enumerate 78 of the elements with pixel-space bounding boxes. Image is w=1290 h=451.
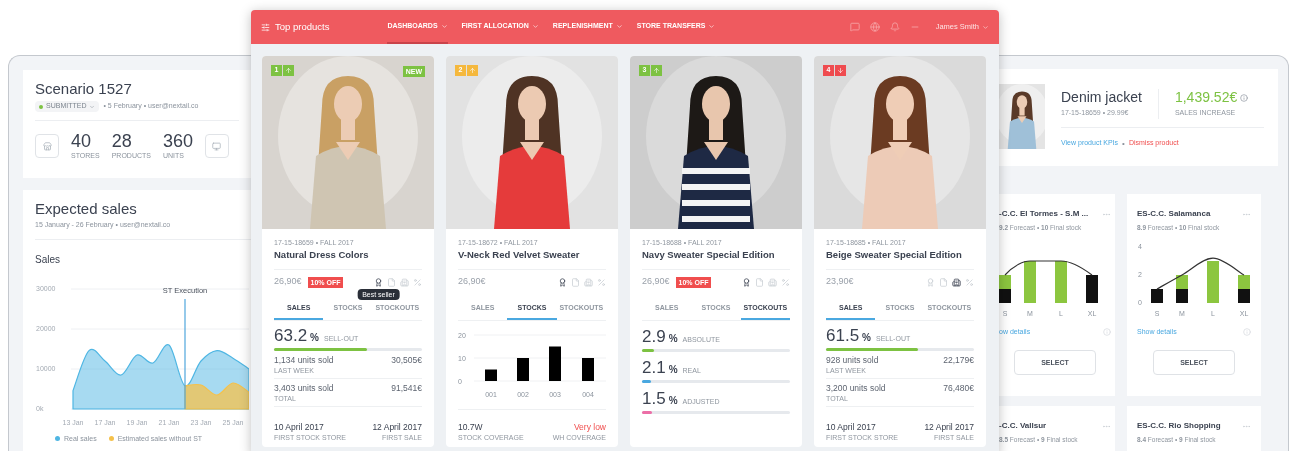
stat-value: 28 xyxy=(111,131,133,151)
filter-icon xyxy=(261,22,270,32)
store-icon xyxy=(42,141,52,151)
sales-title: Expected sales xyxy=(35,200,138,218)
units-sold: 928 units sold xyxy=(826,355,879,366)
price: 23,90€ xyxy=(826,275,854,289)
info-icon xyxy=(1103,328,1111,336)
units-sold: 3,200 units sold xyxy=(826,383,886,394)
unit-label: % xyxy=(310,331,319,345)
footer-value: 10 April 2017 xyxy=(274,422,325,433)
bar xyxy=(517,358,529,381)
chevron-icon xyxy=(615,22,623,30)
store-name: ES-C.C. Rio Shopping xyxy=(1137,420,1221,432)
monitor-button[interactable] xyxy=(205,134,229,159)
unit-label: % xyxy=(668,332,678,346)
footer-value: 10 April 2017 xyxy=(826,422,877,433)
product-name: V-Neck Red Velvet Sweater xyxy=(458,248,581,262)
sell-out-value: 63.2 xyxy=(274,326,308,346)
chevron-icon xyxy=(89,103,96,110)
sell-out-value: 61.5 xyxy=(826,326,860,346)
bar xyxy=(485,369,497,381)
building-icon[interactable] xyxy=(952,277,961,287)
bar xyxy=(1176,274,1188,289)
revenue-value: 22,179€ xyxy=(943,355,974,367)
price: 26,90€ xyxy=(642,275,670,289)
bar xyxy=(549,346,561,381)
bar xyxy=(1238,274,1250,289)
price: 26,90€ xyxy=(458,275,486,289)
percent-icon[interactable] xyxy=(781,277,790,287)
separator: • xyxy=(1122,137,1125,150)
scenario-title: Scenario 1527 xyxy=(35,80,133,98)
percent-icon[interactable] xyxy=(413,277,422,287)
stat-value: 40 xyxy=(71,131,93,151)
revenue-value: 30,505€ xyxy=(391,355,422,367)
stockout-value: 1.5 xyxy=(642,389,666,409)
product-name: Navy Sweater Special Edition xyxy=(642,248,776,262)
store-name: -C.C. Vallsur xyxy=(999,420,1047,432)
price: 26,90€ xyxy=(274,275,302,289)
footer-value: 12 April 2017 xyxy=(372,422,422,433)
footer-value: Very low xyxy=(573,422,606,433)
footer-value: 10.7W xyxy=(458,422,484,433)
chevron-icon xyxy=(440,22,448,30)
stat-value: 360 xyxy=(162,131,193,151)
product-name: Natural Dress Colors xyxy=(274,248,370,262)
chat-icon[interactable] xyxy=(849,22,860,32)
chevron-icon xyxy=(982,23,989,31)
sales-amount: 1,439.52€ xyxy=(1174,89,1238,106)
revenue-value: 91,541€ xyxy=(391,383,422,395)
store-button[interactable] xyxy=(35,134,59,159)
unit-label: % xyxy=(668,394,678,408)
store-name: ES-C.C. Salamanca xyxy=(1137,208,1211,220)
footer-value: 12 April 2017 xyxy=(924,422,974,433)
stockout-value: 2.1 xyxy=(642,358,666,378)
stockout-value: 2.9 xyxy=(642,327,666,347)
monitor-icon xyxy=(212,141,222,151)
unit-label: % xyxy=(668,363,678,377)
medal-icon[interactable] xyxy=(742,277,751,287)
revenue-value: 76,480€ xyxy=(943,383,974,395)
unit-label: % xyxy=(862,331,871,345)
chevron-icon xyxy=(708,22,716,30)
bar xyxy=(1151,288,1163,303)
bar xyxy=(582,358,594,381)
percent-icon[interactable] xyxy=(597,277,606,287)
page-title: Top products xyxy=(275,19,330,34)
info-icon xyxy=(1240,93,1249,102)
chevron-icon xyxy=(531,22,539,30)
units-sold: 3,403 units sold xyxy=(274,383,334,394)
bell-icon[interactable] xyxy=(889,22,900,32)
globe-icon[interactable] xyxy=(869,22,880,32)
info-icon xyxy=(1243,328,1251,336)
chart-title: Sales xyxy=(35,252,61,267)
units-sold: 1,134 units sold xyxy=(274,355,334,366)
product-name: Denim jacket xyxy=(1061,89,1142,106)
store-name: -C.C. El Tormes - S.M ... xyxy=(999,208,1089,220)
product-name: Beige Sweater Special Edition xyxy=(826,248,963,262)
bar xyxy=(1207,260,1219,303)
medal-icon[interactable] xyxy=(558,277,567,287)
medal-icon[interactable] xyxy=(374,277,383,287)
